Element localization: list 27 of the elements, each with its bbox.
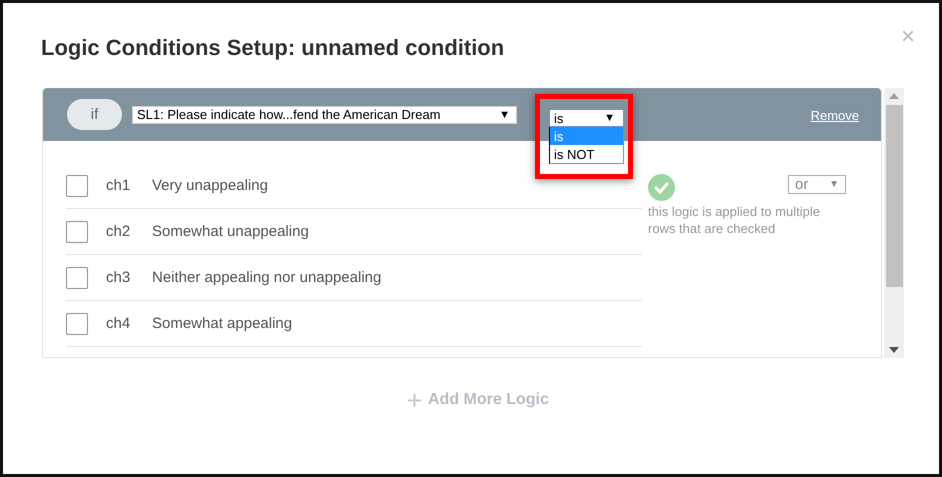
choice-label: Somewhat unappealing — [152, 223, 309, 240]
scroll-up-icon[interactable] — [889, 93, 899, 99]
combiner-select[interactable]: or ▼ — [788, 175, 846, 194]
checkbox[interactable] — [66, 174, 88, 196]
close-button[interactable]: × — [900, 25, 915, 49]
dialog-title: Logic Conditions Setup: unnamed condition — [41, 35, 504, 61]
choice-code: ch4 — [106, 315, 132, 332]
question-select[interactable]: SL1: Please indicate how...fend the American Dream ▼ — [132, 106, 517, 124]
remove-link[interactable]: Remove — [810, 108, 859, 123]
scrollbar[interactable] — [884, 88, 904, 358]
dropdown-option[interactable]: is — [550, 127, 623, 145]
checkbox[interactable] — [66, 312, 88, 334]
choice-label: Somewhat appealing — [152, 315, 292, 332]
add-more-logic-button[interactable]: Add More Logic — [408, 391, 549, 409]
checkbox[interactable] — [66, 220, 88, 242]
scroll-down-icon[interactable] — [889, 347, 899, 353]
check-circle-icon — [648, 174, 675, 201]
checkbox[interactable] — [66, 266, 88, 288]
choice-code: ch2 — [106, 223, 132, 240]
choice-code: ch1 — [106, 177, 132, 194]
choice-label: Neither appealing nor unappealing — [152, 269, 382, 286]
if-label: if — [67, 99, 122, 130]
choice-code: ch3 — [106, 269, 132, 286]
operator-select[interactable]: is ▼ — [549, 109, 624, 127]
plus-icon — [408, 394, 421, 406]
logic-note: this logic is applied to multiple rows that are checked — [648, 203, 821, 237]
choice-label: Very unappealing — [152, 177, 268, 194]
